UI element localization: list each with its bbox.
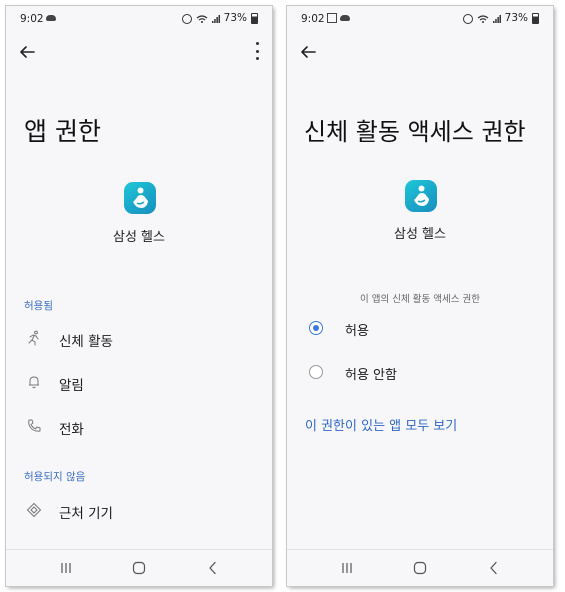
- wifi-icon: [477, 14, 489, 23]
- see-all-apps-link[interactable]: 이 권한이 있는 앱 모두 보기: [305, 415, 457, 434]
- back-icon[interactable]: [486, 560, 502, 576]
- option-label: 허용: [345, 324, 369, 339]
- battery-level: 73%: [223, 12, 247, 24]
- navigation-bar: [6, 549, 272, 586]
- nearby-devices-icon: [26, 502, 42, 518]
- wifi-icon: [196, 14, 208, 23]
- running-person-icon: [28, 330, 39, 346]
- cloud-icon: [340, 15, 350, 21]
- app-permissions-screen: 9:02 73% 앱 권한 삼성 헬스 허용됨 신체 활동 알림 전화 허용되지…: [6, 6, 272, 586]
- section-label-allowed: 허용됨: [24, 300, 53, 312]
- app-name: 삼성 헬스: [394, 227, 446, 242]
- status-bar: 9:02 73%: [6, 6, 272, 32]
- phone-icon: [28, 419, 41, 432]
- cloud-icon: [46, 15, 56, 21]
- status-time: 9:02: [20, 13, 44, 25]
- recent-apps-icon[interactable]: [339, 560, 355, 576]
- section-label-denied: 허용되지 않음: [24, 471, 86, 483]
- option-label: 허용 안함: [345, 368, 397, 383]
- permission-item-nearby-devices[interactable]: 근처 기기: [6, 493, 272, 529]
- permission-description: 이 앱의 신체 활동 액세스 권한: [360, 294, 480, 305]
- signal-icon: [492, 14, 501, 23]
- battery-level: 73%: [504, 12, 528, 24]
- recent-apps-icon[interactable]: [58, 560, 74, 576]
- alarm-icon: [462, 13, 473, 24]
- battery-icon: [251, 12, 258, 24]
- permission-item-phone[interactable]: 전화: [6, 409, 272, 445]
- alarm-icon: [181, 13, 192, 24]
- page-title: 앱 권한: [24, 117, 101, 146]
- home-icon[interactable]: [131, 560, 147, 576]
- battery-icon: [532, 12, 539, 24]
- page-title: 신체 활동 액세스 권한: [304, 118, 526, 146]
- more-options-icon[interactable]: [254, 42, 260, 60]
- option-allow[interactable]: 허용: [287, 312, 553, 346]
- home-icon[interactable]: [412, 560, 428, 576]
- allow-radio[interactable]: [309, 321, 323, 335]
- samsung-health-app-icon: [124, 182, 156, 214]
- navigation-bar: [287, 549, 553, 586]
- signal-icon: [211, 14, 220, 23]
- back-arrow-icon[interactable]: [18, 43, 36, 61]
- status-time: 9:02: [301, 13, 325, 25]
- permission-label: 신체 활동: [59, 334, 113, 350]
- physical-activity-permission-screen: 9:02 73% 신체 활동 액세스 권한 삼성 헬스 이 앱의 신체 활동 액…: [287, 6, 553, 586]
- option-deny[interactable]: 허용 안함: [287, 356, 553, 390]
- deny-radio[interactable]: [309, 365, 323, 379]
- back-arrow-icon[interactable]: [299, 43, 317, 61]
- permission-item-notifications[interactable]: 알림: [6, 365, 272, 401]
- bell-icon: [29, 376, 39, 389]
- permission-label: 전화: [59, 422, 84, 438]
- app-name: 삼성 헬스: [113, 230, 165, 245]
- permission-label: 근처 기기: [59, 506, 113, 522]
- samsung-health-app-icon: [405, 180, 437, 212]
- back-icon[interactable]: [205, 560, 221, 576]
- image-icon: [327, 13, 337, 23]
- permission-item-physical-activity[interactable]: 신체 활동: [6, 321, 272, 357]
- permission-label: 알림: [59, 378, 84, 394]
- status-bar: 9:02 73%: [287, 6, 553, 32]
